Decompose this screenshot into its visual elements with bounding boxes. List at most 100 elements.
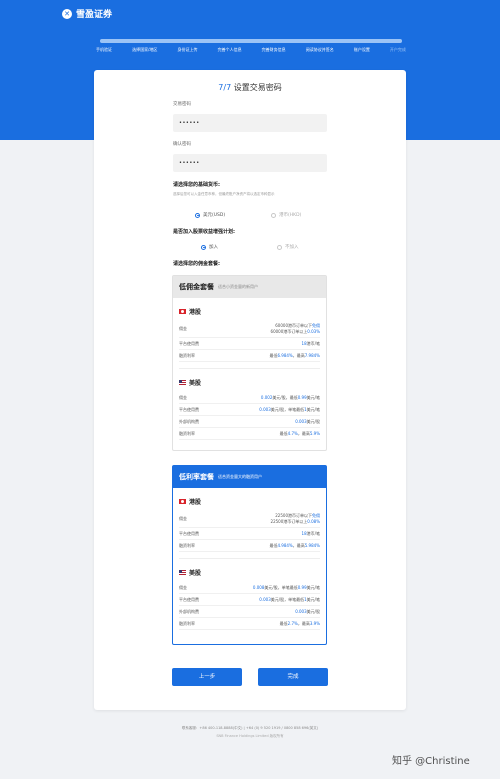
fee-text: 港币/笔: [306, 340, 320, 346]
confirm-password-field[interactable]: ••••••: [173, 154, 327, 172]
progress-fill: [100, 39, 402, 43]
fee-row-external: 外部机构费 0.003美元/股: [179, 606, 320, 618]
market-header-hk: 港股: [173, 298, 326, 316]
fee-key: 佣金: [179, 516, 187, 521]
radio-dot-checked: [195, 212, 200, 218]
fee-text: 22500港币订单以下: [275, 513, 312, 518]
fee-highlight: 7.984%: [304, 352, 320, 358]
fee-highlight: 5.984%: [304, 542, 320, 548]
fee-row-commission: 佣金 0.008美元/股，单笔最低0.99美元/笔: [179, 582, 320, 594]
currency-question: 请选择您的基础货币:: [173, 182, 221, 188]
page-title: 7/7 设置交易密码: [94, 82, 406, 93]
hk-flag-icon: [179, 498, 186, 504]
margin-decline-radio[interactable]: 不加入: [277, 244, 299, 250]
fee-row-margin-rate: 融资利率 最低4.984%，最高5.984%: [179, 540, 320, 552]
fee-value: 0.003美元/股: [295, 419, 320, 425]
form-card: 7/7 设置交易密码 交易密码 •••••• 确认密码 •••••• 请选择您的…: [94, 70, 406, 710]
fee-value: 0.003美元/股，单笔最低1美元/笔: [259, 597, 320, 603]
fee-key: 平台使用费: [179, 596, 199, 602]
margin-join-radio[interactable]: 加入: [201, 244, 218, 250]
market-header-us: 美股: [173, 369, 326, 387]
fee-text: 美元/股: [306, 418, 320, 424]
hk-flag-icon: [179, 308, 186, 314]
fee-text: 美元/笔: [306, 584, 320, 590]
fee-highlight: 6.984%: [277, 352, 293, 358]
fee-text: 60000港币订单以上: [270, 329, 308, 334]
package-card-low-interest[interactable]: 低利率套餐 适合资金量大的融资用户 港股 佣金 22500港币订单以下免佣 225…: [172, 465, 327, 645]
fee-row-margin-rate: 融资利率 最低6.984%，最高7.984%: [179, 350, 320, 362]
fee-value: 0.002美元/股，最低0.99美元/笔: [261, 395, 320, 401]
fee-value: 最低4.984%，最高5.984%: [269, 543, 320, 549]
done-button[interactable]: 完成: [258, 668, 328, 686]
package-name: 低佣金套餐: [179, 283, 214, 291]
fee-key: 平台使用费: [179, 340, 199, 346]
package-card-low-commission[interactable]: 低佣金套餐 适合小资金量的新用户 港股 佣金 60000港币订单以下免佣 6000…: [172, 275, 327, 451]
fee-table-hk: 佣金 60000港币订单以下免佣 60000港币订单以上0.03% 平台使用费 1…: [173, 316, 326, 368]
currency-hkd-radio[interactable]: 港币(HKD): [271, 212, 301, 218]
market-header-us: 美股: [173, 559, 326, 577]
package-header: 低佣金套餐 适合小资金量的新用户: [173, 276, 326, 298]
fee-key: 平台使用费: [179, 530, 199, 536]
package-header: 低利率套餐 适合资金量大的融资用户: [173, 466, 326, 488]
step-item: 开户完成: [389, 47, 406, 52]
fee-table-us: 佣金 0.008美元/股，单笔最低0.99美元/笔 平台使用费 0.003美元/…: [173, 577, 326, 636]
fee-text: ，最高: [297, 620, 310, 626]
fee-text: 美元/笔: [306, 406, 320, 412]
fee-highlight: 2.7%: [287, 620, 298, 626]
step-total: 7: [226, 83, 232, 92]
fee-row-margin-rate: 融资利率 最低4.7%，最高5.9%: [179, 428, 320, 440]
fee-text: 美元/股: [306, 608, 320, 614]
fee-highlight: 0.003: [259, 596, 271, 602]
prev-button[interactable]: 上一步: [172, 668, 242, 686]
fee-text: 美元/笔: [306, 394, 320, 400]
fee-highlight: 3.9%: [309, 620, 320, 626]
fee-text: 最低: [279, 430, 288, 436]
fee-highlight: 免佣: [312, 513, 320, 518]
fee-row-external: 外部机构费 0.003美元/股: [179, 416, 320, 428]
fee-highlight: 5.9%: [309, 430, 320, 436]
fee-key: 平台使用费: [179, 406, 199, 412]
fee-text: 最低: [279, 620, 288, 626]
radio-label: 加入: [209, 245, 218, 250]
fee-value: 60000港币订单以下免佣 60000港币订单以上0.03%: [271, 323, 320, 335]
package-name: 低利率套餐: [179, 473, 214, 481]
package-subtitle: 适合资金量大的融资用户: [218, 474, 262, 479]
fee-highlight: 0.003: [295, 608, 307, 614]
package-question: 请选择您的佣金套餐:: [173, 261, 221, 267]
fee-text: 港币/笔: [306, 530, 320, 536]
confirm-password-label: 确认密码: [173, 142, 191, 147]
step-item: 选择国家/地区: [132, 47, 158, 52]
password-field[interactable]: ••••••: [173, 114, 327, 132]
fee-text: 美元/股，单笔最低: [270, 406, 305, 412]
margin-plan-question: 是否加入股票收益增强计划:: [173, 229, 236, 235]
package-subtitle: 适合小资金量的新用户: [218, 284, 258, 289]
fee-value: 22500港币订单以下免佣 22500港币订单以上0.08%: [271, 513, 320, 525]
title-text: 设置交易密码: [233, 83, 282, 92]
fee-row-commission: 佣金 60000港币订单以下免佣 60000港币订单以上0.03%: [179, 321, 320, 338]
brand-name: 雪盈证券: [76, 10, 113, 20]
step-item: 完善个人信息: [217, 47, 242, 52]
fee-value: 最低2.7%，最高3.9%: [280, 621, 320, 627]
fee-text: 22500港币订单以上: [270, 519, 308, 524]
fee-text: ，最高: [292, 542, 305, 548]
fee-value: 18港币/笔: [302, 531, 320, 537]
logo[interactable]: ✕ 雪盈证券: [62, 7, 112, 20]
fee-key: 融资利率: [179, 542, 195, 548]
fee-highlight: 0.99: [297, 394, 307, 400]
radio-label: 美元(USD): [203, 213, 226, 218]
step-list: 手机验证 选择国家/地区 身份证上传 完善个人信息 完善财务信息 阅读协议并签名…: [96, 47, 406, 53]
market-name: 港股: [189, 308, 202, 316]
fee-key: 佣金: [179, 394, 187, 400]
fee-row-platform: 平台使用费 0.003美元/股，单笔最低1美元/笔: [179, 404, 320, 416]
currency-usd-radio[interactable]: 美元(USD): [195, 212, 225, 218]
fee-highlight: 0.002: [260, 394, 273, 400]
step-item: 完善财务信息: [261, 47, 286, 52]
fee-highlight: 0.003: [259, 406, 271, 412]
fee-value: 0.008美元/股，单笔最低0.99美元/笔: [253, 585, 320, 591]
radio-label: 港币(HKD): [279, 213, 302, 218]
footer-contact: 联系客服：+86 400-118-8888(中文) | +64 (0) 9 52…: [181, 726, 319, 730]
fee-value: 0.003美元/股: [295, 609, 320, 615]
radio-label: 不加入: [285, 245, 299, 250]
fee-row-commission: 佣金 0.002美元/股，最低0.99美元/笔: [179, 392, 320, 404]
fee-highlight: 0.03%: [307, 329, 320, 334]
